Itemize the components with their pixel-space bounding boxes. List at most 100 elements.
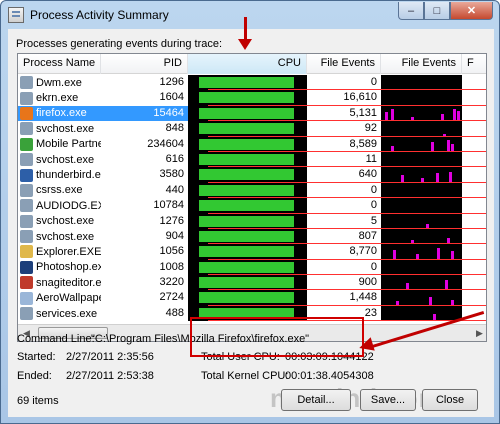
cpu-bar	[199, 292, 295, 304]
table-row[interactable]: svchost.exe 848 92	[18, 121, 486, 137]
table-row[interactable]: firefox.exe 15464 5,131	[18, 105, 486, 122]
app-icon	[8, 7, 24, 23]
cpu-bar	[199, 153, 295, 165]
process-name: services.exe	[36, 307, 98, 320]
file-events-graph-cell	[381, 90, 462, 106]
table-row[interactable]: Dwm.exe 1296 0	[18, 75, 486, 91]
process-name-cell: Explorer.EXE	[18, 244, 101, 259]
dialog-client-area: Processes generating events during trace…	[8, 29, 494, 417]
process-name: svchost.exe	[36, 153, 95, 166]
process-name-cell: svchost.exe	[18, 229, 101, 244]
process-name-cell: ekrn.exe	[18, 90, 101, 105]
ekrn-icon	[20, 91, 33, 105]
annotation-highlight-box	[190, 317, 364, 357]
process-name-cell: firefox.exe	[18, 105, 101, 122]
cpu-cell	[188, 290, 307, 306]
file-events-graph-cell	[381, 244, 462, 260]
table-row[interactable]: ekrn.exe 1604 16,610	[18, 90, 486, 106]
table-row[interactable]: thunderbird.e 3580 640	[18, 167, 486, 183]
cpu-cell	[188, 136, 307, 152]
file-events-graph-cell	[381, 105, 462, 122]
process-name-cell: svchost.exe	[18, 152, 101, 167]
process-name: Photoshop.ex	[36, 261, 101, 274]
table-row[interactable]: svchost.exe 904 807	[18, 228, 486, 245]
process-name: Mobile Partne	[36, 138, 101, 151]
started-label: Started:	[17, 351, 56, 363]
cpu-cell	[188, 151, 307, 168]
scroll-right-icon[interactable]: ▶	[471, 325, 486, 341]
process-name-cell: AeroWallpape	[18, 290, 101, 305]
column-header-process-name[interactable]: Process Name	[18, 54, 101, 74]
cpu-bar	[199, 138, 295, 150]
pid-cell: 1296	[159, 76, 184, 88]
cpu-cell	[188, 198, 307, 214]
detail-button[interactable]: Detail...	[281, 389, 351, 411]
process-name-cell: svchost.exe	[18, 214, 101, 229]
file-events-graph-cell	[381, 259, 462, 276]
process-name: snagiteditor.e	[36, 276, 101, 289]
cpu-bar	[199, 277, 295, 289]
command-line-label: Command Line:	[17, 333, 95, 345]
column-header-pid[interactable]: PID	[101, 54, 188, 74]
column-header-more[interactable]: F	[462, 54, 486, 74]
cpu-bar	[199, 92, 295, 104]
mobile-partner-icon	[20, 137, 33, 151]
process-name: svchost.exe	[36, 215, 95, 228]
list-header: Process Name PID CPU File Events File Ev…	[18, 54, 486, 74]
table-row[interactable]: snagiteditor.e 3220 900	[18, 275, 486, 291]
table-row[interactable]: svchost.exe 1276 5	[18, 213, 486, 229]
process-name: thunderbird.e	[36, 169, 101, 182]
table-row[interactable]: AUDIODG.EX 10784 0	[18, 198, 486, 214]
file-events-cell: 640	[358, 168, 377, 181]
pid-cell: 1276	[159, 214, 184, 227]
cpu-cell	[188, 121, 307, 137]
process-activity-window: Process Activity Summary – □ ✕ Processes…	[0, 0, 500, 424]
save-button[interactable]: Save...	[360, 389, 416, 411]
pid-cell: 1056	[159, 245, 184, 258]
file-events-cell: 16,610	[343, 91, 377, 104]
file-events-graph-cell	[381, 121, 462, 137]
file-events-graph-cell	[381, 198, 462, 214]
close-window-button[interactable]: ✕	[450, 2, 493, 20]
maximize-button[interactable]: □	[424, 2, 450, 20]
process-name-cell: AUDIODG.EX	[18, 198, 101, 213]
process-list[interactable]: Process Name PID CPU File Events File Ev…	[17, 53, 487, 342]
process-name: firefox.exe	[36, 107, 87, 120]
column-header-file-events[interactable]: File Events	[307, 54, 381, 74]
cpu-cell	[188, 259, 307, 276]
dwm-icon	[20, 76, 33, 90]
table-row[interactable]: Mobile Partne 234604 8,589	[18, 136, 486, 152]
column-header-cpu[interactable]: CPU	[188, 54, 307, 74]
file-events-cell: 1,448	[349, 291, 377, 304]
table-row[interactable]: Explorer.EXE 1056 8,770	[18, 244, 486, 260]
table-row[interactable]: AeroWallpape 2724 1,448	[18, 290, 486, 306]
table-row[interactable]: csrss.exe 440 0	[18, 182, 486, 199]
process-name: svchost.exe	[36, 122, 95, 135]
column-header-file-events-graph[interactable]: File Events	[381, 54, 462, 74]
process-name: AUDIODG.EX	[36, 199, 101, 212]
cpu-cell	[188, 244, 307, 260]
file-events-graph-cell	[381, 75, 462, 91]
cpu-bar	[199, 184, 295, 196]
title-bar[interactable]: Process Activity Summary – □ ✕	[1, 1, 499, 29]
file-events-cell: 0	[370, 183, 377, 196]
table-row[interactable]: svchost.exe 616 11	[18, 151, 486, 168]
process-name: svchost.exe	[36, 230, 95, 243]
cpu-bar	[199, 246, 295, 258]
file-events-cell: 8,589	[349, 137, 377, 150]
cpu-cell	[188, 75, 307, 91]
process-name-cell: Dwm.exe	[18, 75, 101, 90]
cpu-cell	[188, 167, 307, 183]
ended-value: 2/27/2011 2:53:38	[66, 370, 154, 382]
pid-cell: 488	[165, 306, 184, 319]
pid-cell: 440	[165, 183, 184, 196]
table-row[interactable]: Photoshop.ex 1008 0	[18, 259, 486, 276]
process-name-cell: services.exe	[18, 306, 101, 321]
close-button[interactable]: Close	[422, 389, 478, 411]
cpu-bar	[199, 169, 295, 181]
firefox-icon	[20, 106, 33, 120]
cpu-cell	[188, 182, 307, 199]
process-name-cell: snagiteditor.e	[18, 275, 101, 290]
minimize-button[interactable]: –	[398, 2, 424, 20]
cpu-bar	[199, 123, 295, 135]
